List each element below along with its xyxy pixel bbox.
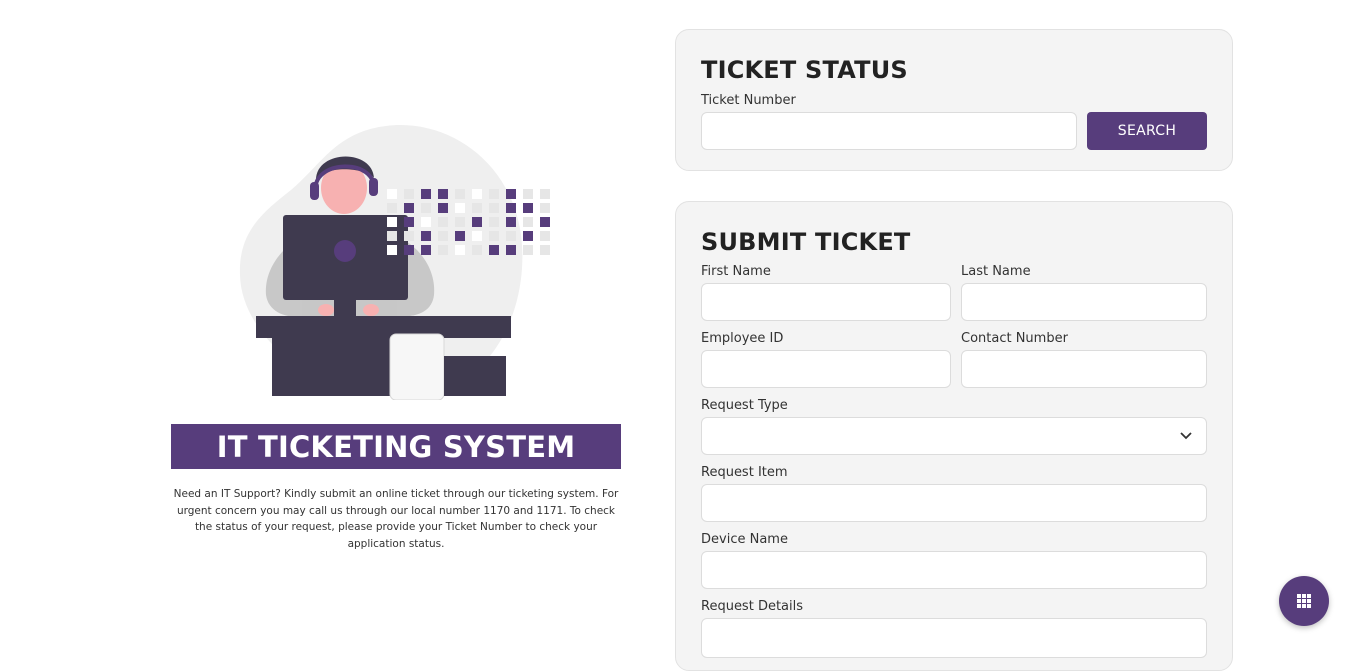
grid-menu-button[interactable] bbox=[1279, 576, 1329, 626]
hero-title: IT TICKETING SYSTEM bbox=[171, 424, 621, 469]
request-type-label: Request Type bbox=[701, 398, 788, 413]
chevron-down-icon bbox=[1180, 432, 1192, 440]
hero-description: Need an IT Support? Kindly submit an onl… bbox=[173, 488, 619, 550]
ticket-number-input[interactable] bbox=[701, 112, 1077, 150]
last-name-label: Last Name bbox=[961, 264, 1031, 279]
request-item-label: Request Item bbox=[701, 465, 788, 480]
device-name-input[interactable] bbox=[701, 551, 1207, 589]
contact-number-input[interactable] bbox=[961, 350, 1207, 388]
search-button[interactable]: SEARCH bbox=[1087, 112, 1207, 150]
request-details-label: Request Details bbox=[701, 599, 804, 614]
request-details-textarea[interactable] bbox=[701, 618, 1207, 658]
first-name-input[interactable] bbox=[701, 283, 951, 321]
last-name-input[interactable] bbox=[961, 283, 1207, 321]
submit-ticket-title: SUBMIT TICKET bbox=[701, 228, 911, 256]
device-name-label: Device Name bbox=[701, 532, 788, 547]
employee-id-label: Employee ID bbox=[701, 331, 784, 346]
request-type-select[interactable] bbox=[701, 417, 1207, 455]
support-agent-illustration bbox=[239, 125, 550, 400]
ticket-status-card: TICKET STATUS Ticket Number SEARCH bbox=[675, 29, 1233, 171]
contact-number-label: Contact Number bbox=[961, 331, 1068, 346]
submit-ticket-card: SUBMIT TICKET First Name Last Name Emplo… bbox=[675, 201, 1233, 671]
employee-id-input[interactable] bbox=[701, 350, 951, 388]
grid-icon bbox=[1297, 594, 1311, 608]
first-name-label: First Name bbox=[701, 264, 771, 279]
ticket-status-title: TICKET STATUS bbox=[701, 56, 908, 84]
ticket-number-label: Ticket Number bbox=[701, 93, 796, 108]
request-item-input[interactable] bbox=[701, 484, 1207, 522]
